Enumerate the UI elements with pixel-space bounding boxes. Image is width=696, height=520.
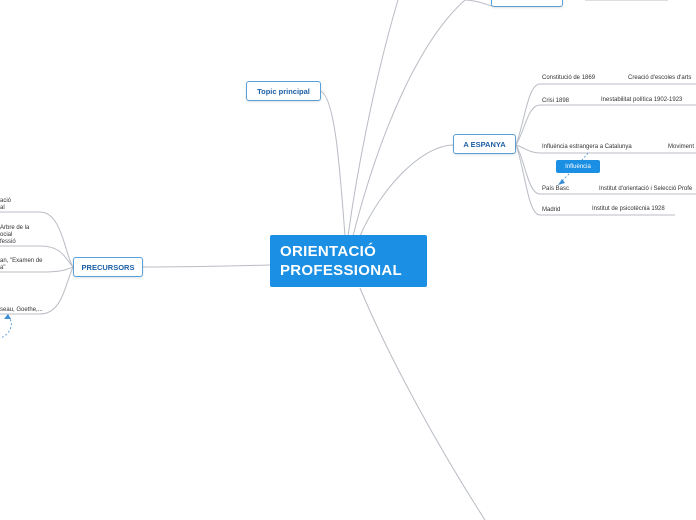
- leaf-pais-basc[interactable]: País Basc: [542, 186, 569, 193]
- leaf-constitucio[interactable]: Constitució de 1869: [542, 75, 595, 82]
- central-topic-line1: ORIENTACIÓ: [280, 243, 377, 260]
- precursor-item-3-line: a": [0, 265, 6, 271]
- leaf-creacio-escoles[interactable]: Creació d'escoles d'arts: [628, 75, 691, 82]
- link-to-a-espanya: [359, 144, 454, 237]
- arrowhead-icon: [558, 179, 565, 185]
- leaf-crisi[interactable]: Crisi 1898: [542, 98, 569, 105]
- precursor-item-1-line: al: [0, 205, 5, 211]
- mindmap-canvas[interactable]: ORIENTACIÓ PROFESSIONAL Topic principal …: [0, 0, 696, 520]
- link-to-bottom-branch: [359, 287, 486, 520]
- precursor-item-3-line: an, "Examen de: [0, 258, 43, 264]
- precursor-item-2-line: Arbre de la: [0, 225, 30, 231]
- precursor-item-3[interactable]: an, "Examen de a": [0, 258, 43, 272]
- link-to-top-branch-1: [347, 0, 399, 237]
- leaf-influencia-estrangera[interactable]: Influència estrangera a Catalunya: [542, 144, 632, 151]
- leaf-madrid[interactable]: Madrid: [542, 207, 560, 214]
- central-topic[interactable]: ORIENTACIÓ PROFESSIONAL: [270, 235, 427, 287]
- leaf-inestabilitat[interactable]: Inestabilitat política 1902-1923: [601, 97, 682, 104]
- arrowhead-icon: [4, 314, 11, 319]
- top-branch-box[interactable]: [491, 0, 563, 7]
- link-to-top-box: [464, 0, 493, 7]
- a-espanya-node[interactable]: A ESPANYA: [453, 134, 516, 154]
- link-to-topic-principal: [319, 90, 346, 237]
- central-topic-line2: PROFESSIONAL: [280, 262, 402, 279]
- topic-principal-node[interactable]: Topic principal: [246, 81, 321, 101]
- leaf-moviment[interactable]: Moviment: [668, 144, 694, 151]
- leaf-institut-orientacio[interactable]: Institut d'orientació i Selecció Profe: [599, 186, 692, 193]
- precursor-item-2-line: ocial: [0, 232, 13, 238]
- precursor-item-4[interactable]: seau, Goethe,...: [0, 307, 43, 314]
- link-crisi: [515, 104, 541, 146]
- precursor-item-2-line: fessió: [0, 239, 16, 245]
- link-to-precursors: [142, 264, 271, 268]
- dashed-precursor-link: [0, 315, 12, 339]
- influencia-badge[interactable]: Influència: [556, 160, 600, 173]
- precursor-item-1-line: ació: [0, 198, 12, 204]
- precursor-item-4-line: seau, Goethe,...: [0, 307, 43, 313]
- precursors-node[interactable]: PRECURSORS: [73, 257, 143, 277]
- leaf-institut-psicotecnia[interactable]: Institut de psicotècnia 1928: [592, 206, 665, 213]
- link-to-top-branch-2: [352, 0, 466, 237]
- link-madrid: [515, 144, 541, 216]
- precursor-item-2[interactable]: Arbre de la ocial fessió: [0, 225, 29, 246]
- link-constitucio: [515, 83, 541, 146]
- precursor-item-1[interactable]: ació al: [0, 198, 11, 212]
